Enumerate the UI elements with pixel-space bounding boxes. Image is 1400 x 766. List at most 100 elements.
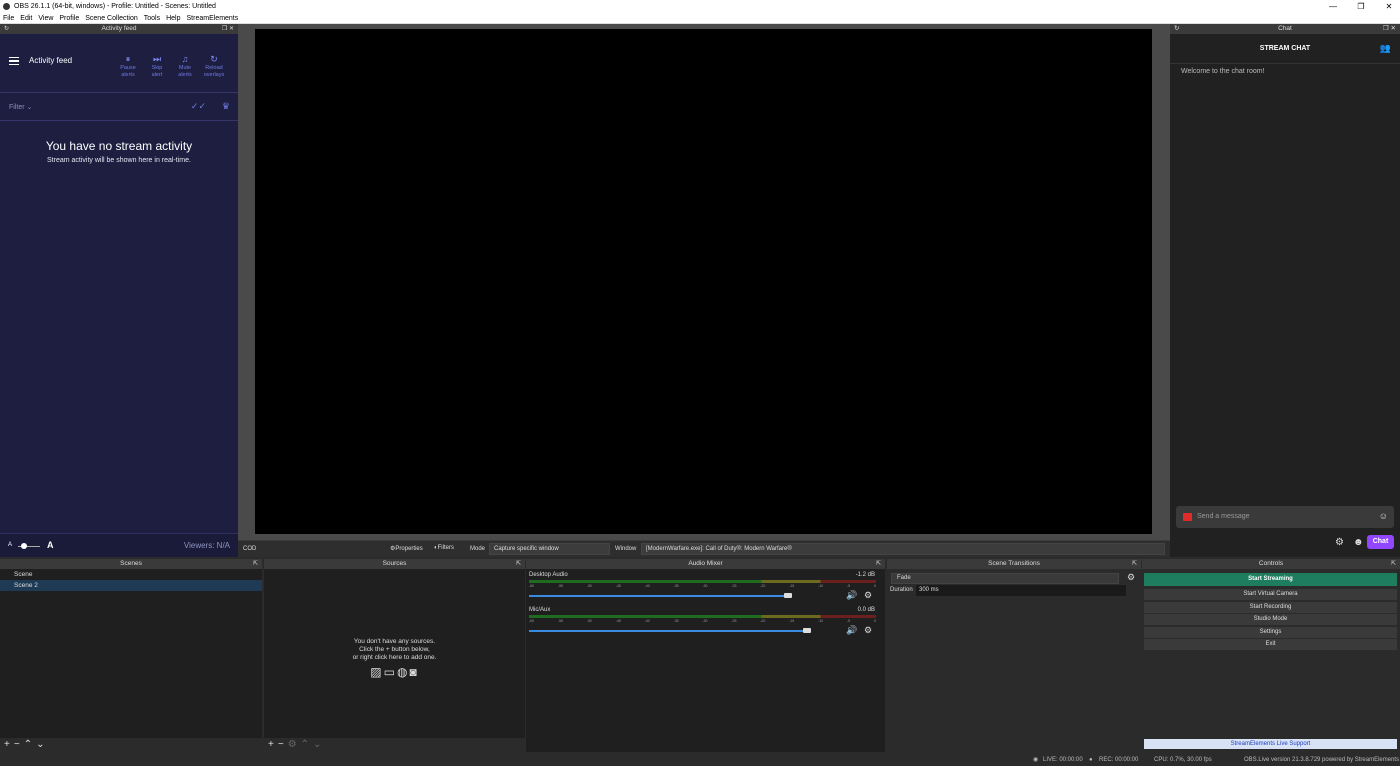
- start-streaming-button[interactable]: Start Streaming: [1144, 573, 1397, 586]
- program-preview-canvas[interactable]: [255, 29, 1152, 534]
- filters-button[interactable]: ◐Filters: [434, 545, 454, 551]
- skip-alert-button[interactable]: ⏭ Skip alert: [143, 54, 171, 79]
- menu-tools[interactable]: Tools: [141, 13, 163, 24]
- menu-file[interactable]: File: [0, 13, 17, 24]
- move-up-button[interactable]: ⌃: [301, 739, 313, 750]
- exit-button[interactable]: Exit: [1144, 639, 1397, 650]
- menu-scene-collection[interactable]: Scene Collection: [82, 13, 141, 24]
- add-source-button[interactable]: +: [268, 739, 278, 750]
- remove-scene-button[interactable]: −: [14, 739, 24, 750]
- start-virtual-camera-button[interactable]: Start Virtual Camera: [1144, 589, 1397, 600]
- dock-close-icon[interactable]: ❐ ✕: [1383, 24, 1396, 34]
- dock-float-icon[interactable]: ⇱: [1132, 559, 1137, 569]
- chat-send-button[interactable]: Chat: [1367, 535, 1394, 549]
- menu-view[interactable]: View: [35, 13, 56, 24]
- volume-slider-handle[interactable]: [784, 593, 792, 598]
- volume-slider-handle[interactable]: [803, 628, 811, 633]
- menu-help[interactable]: Help: [163, 13, 183, 24]
- emoji-icon[interactable]: ☺: [1379, 511, 1388, 521]
- chat-welcome-message: Welcome to the chat room!: [1181, 68, 1265, 75]
- version-status: OBS.Live version 21.3.8.729 powered by S…: [1244, 757, 1400, 763]
- dock-float-icon[interactable]: ⇱: [253, 559, 258, 569]
- window-titlebar: OBS 26.1.1 (64-bit, windows) - Profile: …: [0, 0, 1400, 13]
- close-button[interactable]: ✕: [1374, 0, 1400, 13]
- refresh-icon[interactable]: ↻: [1174, 24, 1179, 34]
- meter-tick-label: -50: [586, 619, 592, 623]
- maximize-button[interactable]: ❐: [1346, 0, 1376, 13]
- add-scene-button[interactable]: +: [4, 739, 14, 750]
- move-down-button[interactable]: ⌄: [36, 739, 48, 750]
- no-sources-line: Click the + button below,: [359, 646, 430, 653]
- volume-meter: [529, 615, 876, 618]
- audio-mixer-header: Audio Mixer ⇱: [526, 559, 885, 569]
- meter-tick-label: -60: [529, 619, 535, 623]
- gear-icon[interactable]: ⚙: [864, 625, 872, 636]
- chat-dock-header: ↻ Chat ❐ ✕: [1170, 24, 1400, 34]
- display-icon: ▭: [383, 665, 397, 679]
- skip-icon: ⏭: [152, 54, 162, 64]
- image-icon: ▨: [370, 665, 384, 679]
- transition-select[interactable]: Fade: [891, 573, 1119, 584]
- mode-select[interactable]: Capture specific window: [489, 543, 610, 555]
- properties-button[interactable]: ⚙Properties: [390, 545, 423, 552]
- move-up-button[interactable]: ⌃: [24, 739, 36, 750]
- remove-source-button[interactable]: −: [278, 739, 288, 750]
- menu-profile[interactable]: Profile: [56, 13, 82, 24]
- button-label: Skip: [151, 65, 163, 71]
- scene-transitions-dock: Scene Transitions ⇱ Fade ⚙ Duration 300 m…: [887, 559, 1141, 752]
- scenes-title: Scenes: [120, 560, 142, 567]
- minimize-button[interactable]: —: [1318, 0, 1348, 13]
- sources-title: Sources: [382, 560, 407, 567]
- audio-mixer-dock: Audio Mixer ⇱ Desktop Audio -1.2 dB -60 -5…: [526, 559, 885, 752]
- channel-db: -1.2 dB: [855, 572, 875, 578]
- volume-slider[interactable]: [529, 595, 789, 597]
- chat-settings-icon[interactable]: ⚙: [1335, 537, 1344, 548]
- source-settings-button[interactable]: ⚙: [288, 739, 301, 750]
- mute-alerts-button[interactable]: ♫ Mute alerts: [171, 54, 199, 79]
- gear-icon[interactable]: ⚙: [1127, 572, 1135, 583]
- live-indicator-icon: ◉: [1033, 757, 1039, 763]
- filter-label: Filter: [9, 104, 25, 111]
- dock-float-icon[interactable]: ⇱: [1391, 559, 1396, 569]
- reload-overlays-button[interactable]: ↻ Reload overlays: [200, 54, 228, 79]
- duration-input[interactable]: 300 ms: [916, 585, 1126, 596]
- pause-alerts-button[interactable]: ⏸ Pause alerts: [114, 54, 142, 79]
- dock-float-icon[interactable]: ⇱: [876, 559, 881, 569]
- start-recording-button[interactable]: Start Recording: [1144, 602, 1397, 613]
- meter-tick-label: -5: [846, 584, 851, 588]
- menu-streamelements[interactable]: StreamElements: [184, 13, 242, 24]
- menu-edit[interactable]: Edit: [17, 13, 35, 24]
- filter-dropdown[interactable]: Filter ⌄: [9, 103, 32, 111]
- sources-toolbar: +−⚙⌃⌄: [264, 738, 525, 752]
- chat-placeholder: Send a message: [1197, 513, 1250, 520]
- scene-item[interactable]: Scene 2: [0, 580, 262, 591]
- sources-list[interactable]: You don't have any sources. Click the + b…: [264, 569, 525, 752]
- meter-ticks: -60 -55 -50 -45 -40 -35 -30 -25 -20 -15 -10 -5 0: [529, 584, 876, 589]
- crown-icon[interactable]: ♛: [222, 101, 230, 112]
- user-list-icon[interactable]: 👥: [1380, 43, 1391, 54]
- refresh-icon[interactable]: ↻: [4, 24, 9, 34]
- studio-mode-button[interactable]: Studio Mode: [1144, 614, 1397, 625]
- settings-button[interactable]: Settings: [1144, 627, 1397, 638]
- window-select[interactable]: [ModernWarfare.exe]: Call of Duty®: Mode…: [641, 543, 1165, 555]
- meter-tick-label: -20: [760, 619, 766, 623]
- window-label: Window: [615, 546, 637, 552]
- move-down-button[interactable]: ⌄: [313, 739, 325, 750]
- gear-icon[interactable]: ⚙: [864, 590, 872, 601]
- dock-close-icon[interactable]: ❐ ✕: [222, 24, 234, 34]
- chat-message-input[interactable]: Send a message ☺: [1176, 506, 1394, 528]
- speaker-icon[interactable]: 🔊: [846, 590, 857, 601]
- live-support-button[interactable]: StreamElements Live Support: [1144, 739, 1397, 749]
- speaker-icon[interactable]: 🔊: [846, 625, 857, 636]
- scenes-list: Scene Scene 2 +−⌃⌄: [0, 569, 262, 752]
- scene-item[interactable]: Scene: [0, 569, 262, 580]
- dock-title: Activity feed: [101, 25, 137, 32]
- chat-emote-icon[interactable]: ☻: [1353, 537, 1364, 548]
- mark-all-read-icon[interactable]: ✓✓: [191, 101, 206, 112]
- dock-float-icon[interactable]: ⇱: [516, 559, 521, 569]
- meter-tick-label: -10: [818, 584, 824, 588]
- hamburger-menu-icon[interactable]: [9, 57, 19, 65]
- font-size-slider-handle[interactable]: [21, 543, 27, 549]
- meter-tick-label: -45: [615, 619, 621, 623]
- volume-slider[interactable]: [529, 630, 808, 632]
